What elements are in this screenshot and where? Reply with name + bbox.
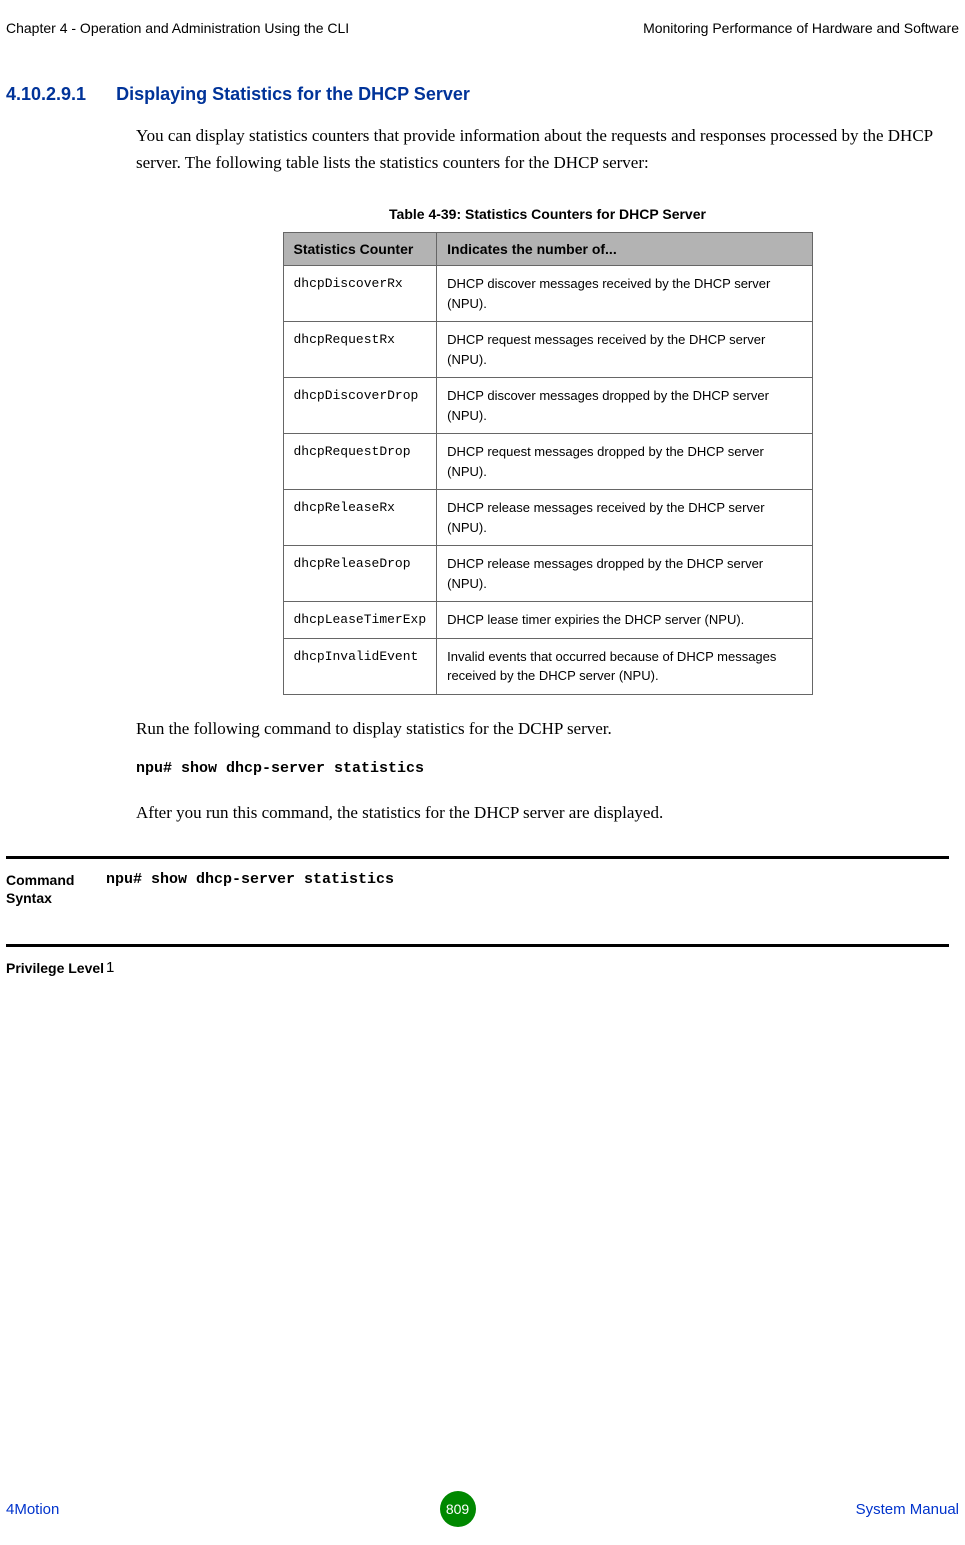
table-caption: Table 4-39: Statistics Counters for DHCP…: [136, 206, 959, 222]
section-heading: 4.10.2.9.1 Displaying Statistics for the…: [6, 84, 959, 105]
page-header: Chapter 4 - Operation and Administration…: [0, 0, 965, 44]
table-header-row: Statistics Counter Indicates the number …: [283, 233, 812, 266]
desc-cell: DHCP discover messages dropped by the DH…: [437, 378, 812, 434]
counter-cell: dhcpReleaseRx: [283, 490, 437, 546]
col-header-desc: Indicates the number of...: [437, 233, 812, 266]
footer-manual: System Manual: [856, 1501, 959, 1518]
desc-cell: DHCP release messages received by the DH…: [437, 490, 812, 546]
command-syntax-block: Command Syntax npu# show dhcp-server sta…: [6, 856, 949, 915]
counter-cell: dhcpLeaseTimerExp: [283, 602, 437, 639]
counter-cell: dhcpRequestRx: [283, 322, 437, 378]
counter-cell: dhcpDiscoverDrop: [283, 378, 437, 434]
header-topic: Monitoring Performance of Hardware and S…: [643, 20, 959, 36]
main-content: 4.10.2.9.1 Displaying Statistics for the…: [0, 44, 965, 985]
command-syntax-value: npu# show dhcp-server statistics: [106, 871, 949, 907]
table-row: dhcpRequestDropDHCP request messages dro…: [283, 434, 812, 490]
command-example: npu# show dhcp-server statistics: [136, 760, 959, 777]
result-paragraph: After you run this command, the statisti…: [136, 799, 959, 826]
page-number-badge: 809: [440, 1491, 476, 1527]
table-row: dhcpReleaseRxDHCP release messages recei…: [283, 490, 812, 546]
section-number: 4.10.2.9.1: [6, 84, 86, 105]
table-row: dhcpReleaseDropDHCP release messages dro…: [283, 546, 812, 602]
desc-cell: DHCP release messages dropped by the DHC…: [437, 546, 812, 602]
footer-product: 4Motion: [6, 1501, 59, 1518]
desc-cell: DHCP lease timer expiries the DHCP serve…: [437, 602, 812, 639]
col-header-counter: Statistics Counter: [283, 233, 437, 266]
counter-cell: dhcpInvalidEvent: [283, 638, 437, 694]
counter-cell: dhcpReleaseDrop: [283, 546, 437, 602]
table-row: dhcpRequestRxDHCP request messages recei…: [283, 322, 812, 378]
table-row: dhcpDiscoverRxDHCP discover messages rec…: [283, 266, 812, 322]
desc-cell: DHCP request messages received by the DH…: [437, 322, 812, 378]
privilege-level-block: Privilege Level 1: [6, 944, 949, 985]
stats-table: Statistics Counter Indicates the number …: [283, 232, 813, 695]
privilege-level-value: 1: [106, 959, 949, 977]
section-title: Displaying Statistics for the DHCP Serve…: [116, 84, 470, 105]
desc-cell: DHCP request messages dropped by the DHC…: [437, 434, 812, 490]
intro-paragraph: You can display statistics counters that…: [136, 122, 959, 176]
table-row: dhcpLeaseTimerExpDHCP lease timer expiri…: [283, 602, 812, 639]
header-chapter: Chapter 4 - Operation and Administration…: [6, 20, 349, 36]
command-syntax-label: Command Syntax: [6, 871, 106, 907]
desc-cell: Invalid events that occurred because of …: [437, 638, 812, 694]
page-footer: 4Motion 809 System Manual: [0, 1491, 965, 1527]
table-row: dhcpInvalidEventInvalid events that occu…: [283, 638, 812, 694]
privilege-level-label: Privilege Level: [6, 959, 106, 977]
counter-cell: dhcpRequestDrop: [283, 434, 437, 490]
desc-cell: DHCP discover messages received by the D…: [437, 266, 812, 322]
run-command-paragraph: Run the following command to display sta…: [136, 715, 959, 742]
table-row: dhcpDiscoverDropDHCP discover messages d…: [283, 378, 812, 434]
stats-table-wrapper: Table 4-39: Statistics Counters for DHCP…: [136, 206, 959, 695]
counter-cell: dhcpDiscoverRx: [283, 266, 437, 322]
